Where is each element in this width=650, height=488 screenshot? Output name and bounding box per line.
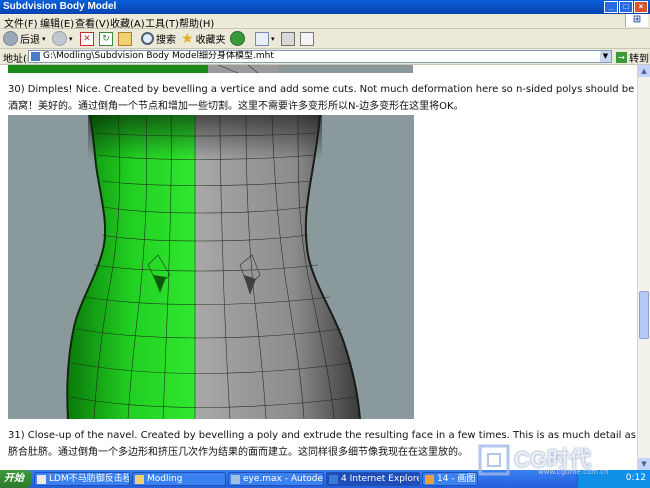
print-button[interactable] — [281, 30, 295, 47]
search-label: 搜索 — [156, 35, 176, 46]
stop-button[interactable]: ✕ — [80, 30, 94, 47]
go-button[interactable]: → 转到 — [616, 50, 649, 65]
previous-render-image — [8, 65, 413, 73]
ie-icon — [329, 475, 338, 484]
windows-logo-icon: ⊞ — [625, 14, 648, 27]
watermark-url: www.cgtime.com.cn — [538, 468, 609, 476]
home-icon — [118, 31, 132, 46]
menu-bar: 文件(F) 编辑(E) 查看(V) 收藏(A) 工具(T) 帮助(H) ⊞ — [0, 14, 650, 30]
page-icon — [31, 52, 40, 61]
menu-edit[interactable]: 编辑(E) — [40, 15, 74, 30]
chevron-down-icon: ▾ — [42, 34, 46, 43]
menu-file[interactable]: 文件(F) — [4, 15, 38, 30]
paint-icon — [425, 475, 434, 484]
close-button[interactable]: × — [634, 1, 648, 13]
task-item[interactable]: eye.max - Autodesk 3... — [228, 472, 324, 486]
forward-button[interactable]: ▾ — [52, 30, 73, 47]
address-dropdown-icon[interactable]: ▼ — [600, 51, 611, 62]
refresh-button[interactable]: ↻ — [99, 30, 113, 47]
search-button[interactable]: 搜索 — [141, 30, 176, 47]
favorites-button[interactable]: ★ 收藏夹 — [181, 30, 226, 47]
address-value: G:\Modling\Subdvision Body Model细分身体模型.m… — [43, 51, 274, 61]
body-mesh-render-image — [8, 115, 414, 419]
menu-favorites[interactable]: 收藏(A) — [110, 15, 145, 30]
vertical-scrollbar[interactable]: ▲ ▼ — [637, 65, 650, 470]
mail-button[interactable]: ▾ — [255, 30, 275, 47]
task-item[interactable]: Modling — [132, 472, 226, 486]
step-30-english: 30) Dimples! Nice. Created by bevelling … — [8, 84, 637, 95]
scroll-up-arrow-icon[interactable]: ▲ — [638, 65, 650, 77]
menu-view[interactable]: 查看(V) — [75, 15, 110, 30]
scroll-thumb[interactable] — [639, 291, 649, 339]
media-icon — [230, 31, 245, 46]
go-arrow-icon: → — [616, 52, 627, 63]
favorites-label: 收藏夹 — [195, 35, 226, 46]
stop-icon: ✕ — [80, 31, 94, 46]
step-31-chinese: 脐合肚脐。通过倒角一个多边形和挤压几次作为结果的面而建立。这同样很多细节像我现在… — [8, 447, 468, 458]
go-label: 转到 — [629, 54, 649, 65]
start-button[interactable]: 开始 — [0, 470, 32, 488]
task-label: LDM不马防御反击程... — [49, 474, 129, 484]
edit-icon — [300, 31, 314, 46]
task-item[interactable]: 4 Internet Explorer — [326, 472, 420, 486]
task-label: 4 Internet Explorer — [341, 474, 420, 484]
star-icon: ★ — [181, 30, 194, 47]
task-item[interactable]: LDM不马防御反击程... — [34, 472, 130, 486]
step-30-chinese: 酒窝！美好的。通过倒角一个节点和增加一些切割。这里不需要许多变形所以N-边多变形… — [8, 101, 464, 112]
window-controls: _ □ × — [604, 1, 648, 13]
forward-arrow-icon — [52, 31, 67, 46]
maximize-button[interactable]: □ — [619, 1, 633, 13]
refresh-icon: ↻ — [99, 31, 113, 46]
address-input[interactable]: G:\Modling\Subdvision Body Model细分身体模型.m… — [28, 50, 612, 63]
toolbar: 后退 ▾ ▾ ✕ ↻ 搜索 ★ 收藏夹 ▾ — [0, 29, 650, 49]
search-icon — [141, 32, 154, 45]
window-title: Subdvision Body Model — [3, 1, 117, 12]
minimize-button[interactable]: _ — [604, 1, 618, 13]
chevron-down-icon: ▾ — [69, 34, 73, 43]
back-button[interactable]: 后退 ▾ — [3, 30, 46, 47]
print-icon — [281, 31, 295, 46]
home-button[interactable] — [118, 30, 132, 47]
scroll-down-arrow-icon[interactable]: ▼ — [638, 458, 650, 470]
mail-icon — [255, 31, 269, 46]
folder-icon — [135, 475, 144, 484]
start-label: 开始 — [4, 473, 24, 484]
back-label: 后退 — [20, 35, 40, 46]
menu-help[interactable]: 帮助(H) — [179, 15, 214, 30]
media-button[interactable] — [230, 30, 245, 47]
edit-button[interactable] — [300, 30, 314, 47]
address-bar: 地址(D) G:\Modling\Subdvision Body Model细分… — [0, 49, 650, 65]
page-content: 30) Dimples! Nice. Created by bevelling … — [0, 65, 637, 470]
task-item[interactable]: 14 - 画图 — [422, 472, 478, 486]
menu-tools[interactable]: 工具(T) — [145, 15, 179, 30]
task-label: Modling — [147, 474, 183, 484]
max-icon — [231, 475, 240, 484]
chevron-down-icon: ▾ — [271, 34, 275, 43]
cg-time-watermark-logo: CG时代 www.cgtime.com.cn — [478, 440, 638, 482]
task-label: eye.max - Autodesk 3... — [243, 474, 323, 484]
app-icon — [37, 475, 46, 484]
task-label: 14 - 画图 — [437, 474, 476, 484]
back-arrow-icon — [3, 31, 18, 46]
title-bar: Subdvision Body Model _ □ × — [0, 0, 650, 14]
